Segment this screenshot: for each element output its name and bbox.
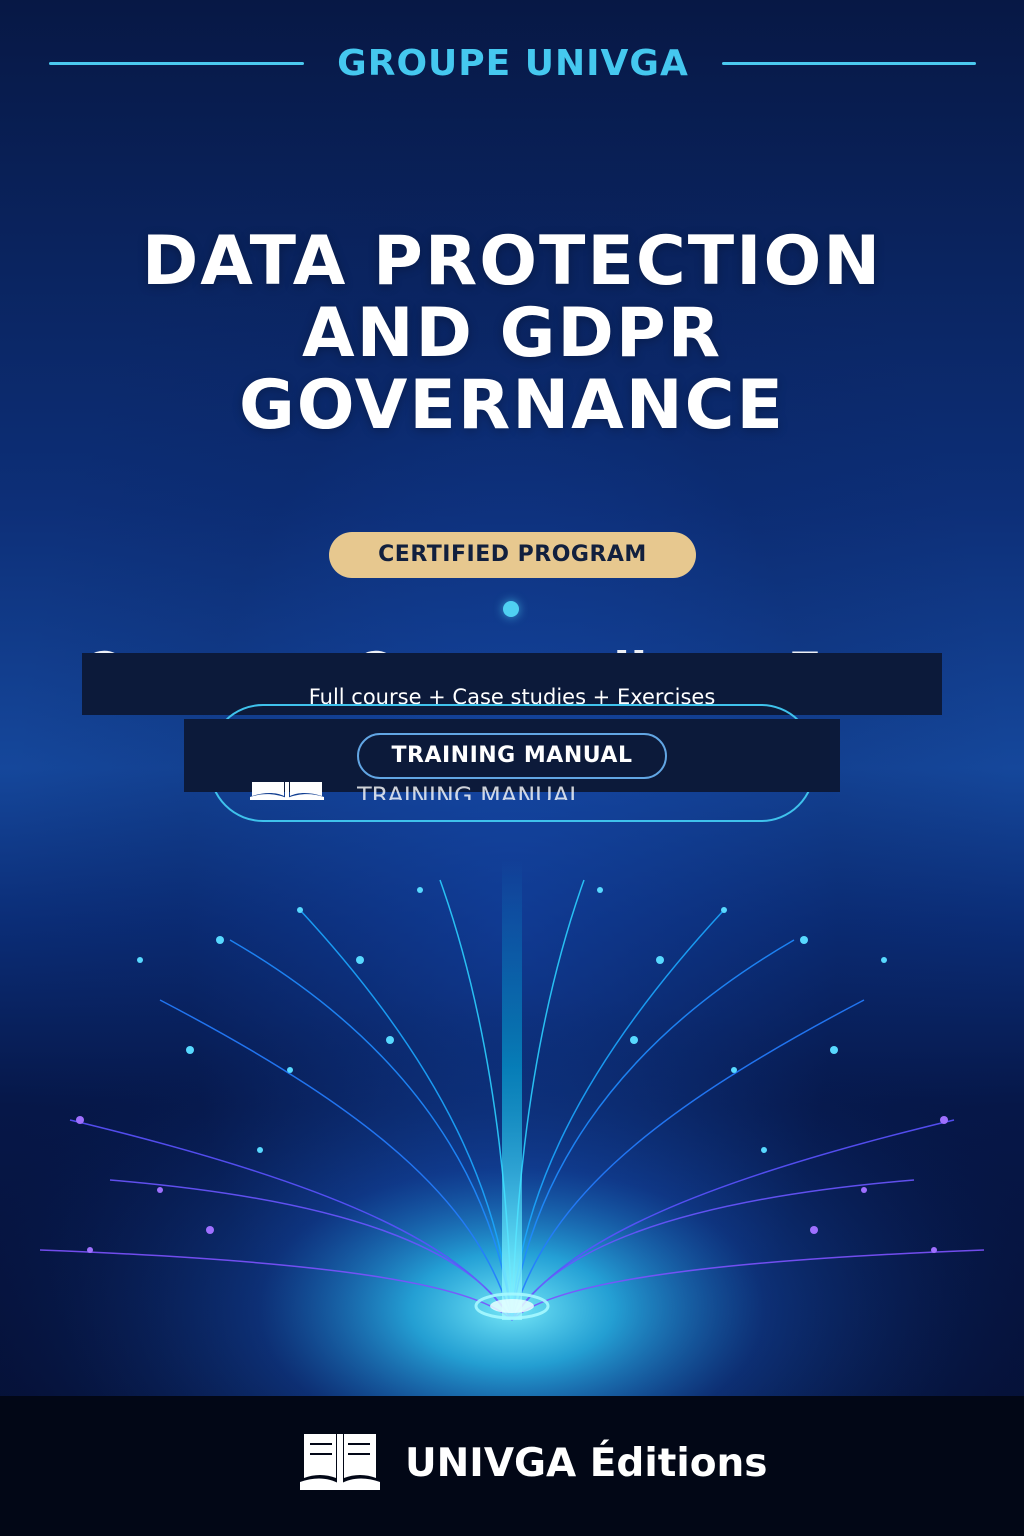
- ghost-manual-text: TRAINING MANUAL: [357, 782, 583, 800]
- title-line-3: GOVERNANCE: [238, 366, 786, 445]
- title-line-1: DATA PROTECTION: [141, 222, 883, 301]
- title-line-2: AND GDPR: [301, 294, 723, 373]
- brand-line-left: [49, 62, 304, 65]
- publisher-name: UNIVGA Éditions: [405, 1441, 768, 1486]
- training-manual-pill: TRAINING MANUAL: [357, 733, 667, 779]
- brand-header: GROUPE UNIVGA: [0, 40, 1024, 88]
- book-cover: GROUPE UNIVGA DATA PROTECTION AND GDPR G…: [0, 0, 1024, 1536]
- brand-name: GROUPE UNIVGA: [337, 43, 689, 84]
- book-title: DATA PROTECTION AND GDPR GOVERNANCE: [48, 226, 976, 442]
- publisher-footer: UNIVGA Éditions: [0, 1396, 1024, 1536]
- circuit-illustration: [0, 820, 1024, 1396]
- brand-line-right: [722, 62, 976, 65]
- open-book-icon: [300, 1426, 380, 1496]
- accent-dot: [503, 601, 519, 617]
- open-book-icon: [250, 782, 324, 800]
- certified-badge: CERTIFIED PROGRAM: [329, 532, 696, 578]
